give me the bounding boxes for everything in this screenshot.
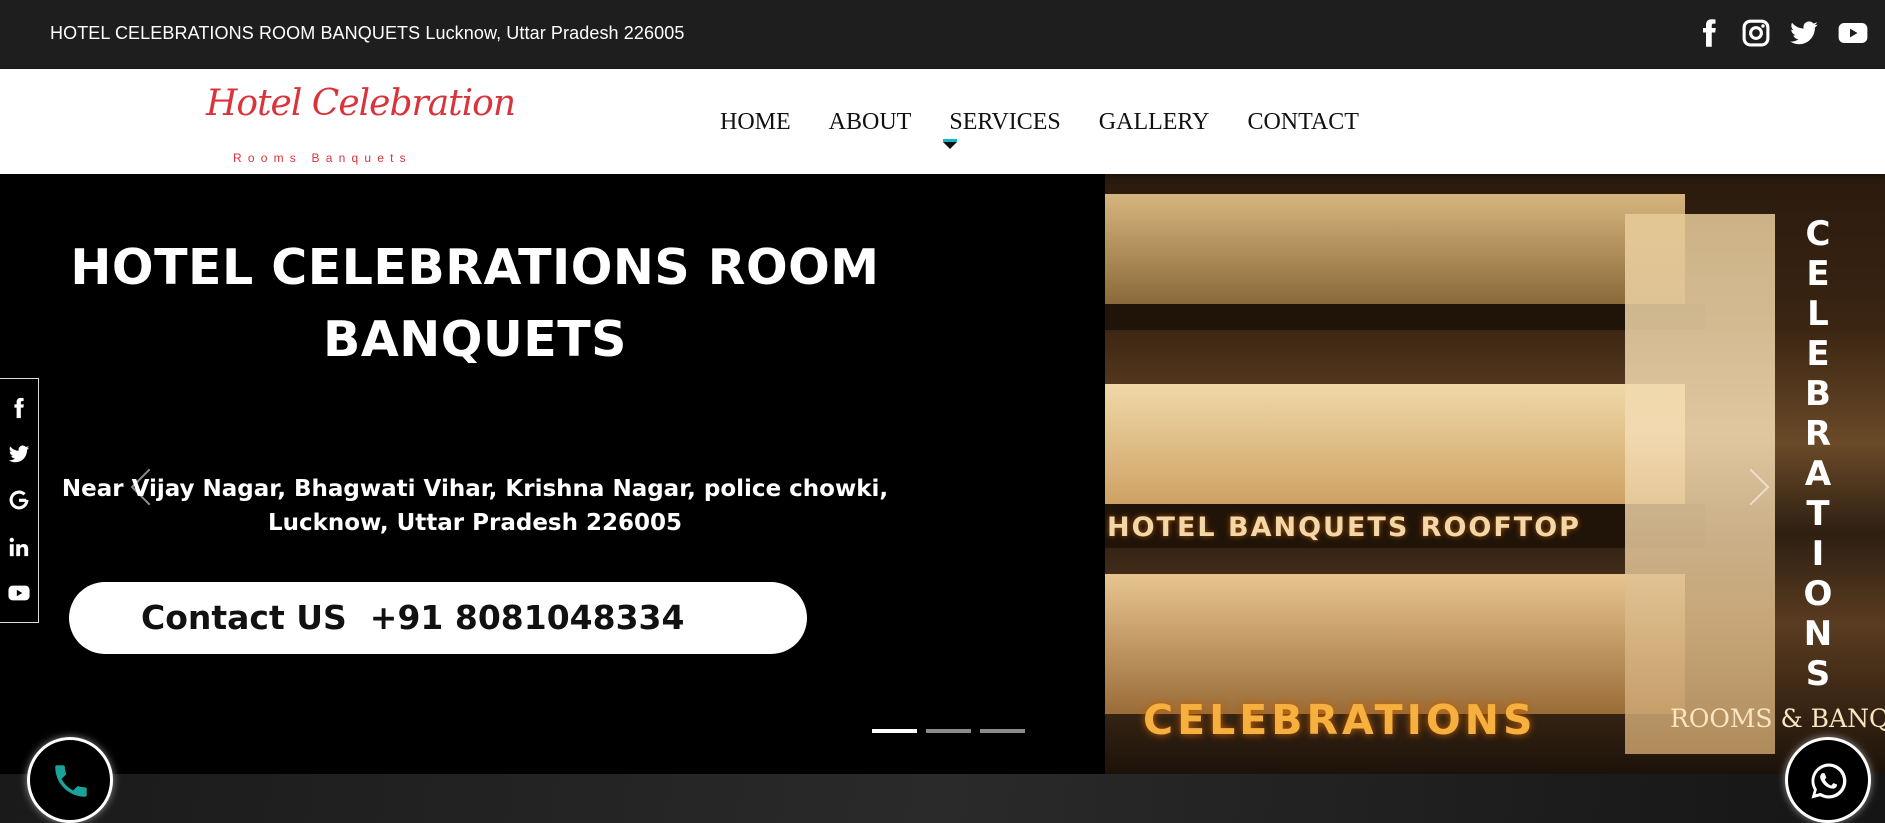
facade-vertical-letter: B bbox=[1805, 374, 1831, 414]
contact-us-text: Contact US +91 8081048334 bbox=[141, 598, 685, 637]
facade-floor bbox=[1105, 194, 1685, 304]
top-bar: HOTEL CELEBRATIONS ROOM BANQUETS Lucknow… bbox=[0, 0, 1885, 69]
facebook-icon[interactable] bbox=[1693, 18, 1723, 48]
facade-vertical-letter: L bbox=[1807, 294, 1829, 334]
facade-vertical-letter: C bbox=[1805, 214, 1831, 254]
hero-address: Near Vijay Nagar, Bhagwati Vihar, Krishn… bbox=[61, 476, 889, 536]
main-menu: HOME ABOUT SERVICES GALLERY CONTACT bbox=[720, 109, 1359, 149]
chevron-down-icon bbox=[943, 139, 958, 149]
facade-floor bbox=[1105, 574, 1685, 714]
top-social-links bbox=[1693, 18, 1868, 48]
whatsapp-button[interactable] bbox=[1785, 737, 1871, 823]
facade-vertical-letter: R bbox=[1804, 414, 1832, 454]
facade-vertical-letter: S bbox=[1805, 654, 1831, 694]
phone-icon bbox=[55, 765, 87, 797]
facade-beam bbox=[1105, 304, 1705, 330]
slider-indicators bbox=[872, 729, 1025, 733]
facade-vertical-letter: O bbox=[1803, 574, 1833, 614]
instagram-icon[interactable] bbox=[1741, 18, 1771, 48]
facade-vertical-letter: I bbox=[1811, 534, 1825, 574]
google-icon[interactable] bbox=[8, 489, 30, 511]
whatsapp-icon bbox=[1811, 763, 1847, 799]
facade-banner-sign: HOTEL BANQUETS ROOFTOP bbox=[1107, 512, 1581, 543]
youtube-icon[interactable] bbox=[8, 582, 30, 604]
slider-dot[interactable] bbox=[926, 729, 971, 733]
main-navbar: Hotel Celebration Rooms Banquets HOME AB… bbox=[0, 69, 1885, 174]
facebook-icon[interactable] bbox=[8, 397, 30, 419]
twitter-icon[interactable] bbox=[8, 443, 30, 465]
facade-vertical-letter: E bbox=[1806, 254, 1830, 294]
logo-script-text: Hotel Celebration bbox=[206, 83, 516, 124]
nav-gallery[interactable]: GALLERY bbox=[1099, 109, 1210, 136]
linkedin-icon[interactable] bbox=[8, 536, 30, 558]
nav-about[interactable]: ABOUT bbox=[829, 109, 912, 136]
facade-vertical-letter: A bbox=[1804, 454, 1832, 494]
facade-floor bbox=[1105, 384, 1685, 524]
next-section-strip bbox=[0, 774, 1885, 823]
floating-social-sidebar bbox=[0, 378, 39, 623]
youtube-icon[interactable] bbox=[1837, 18, 1868, 48]
hotel-facade-image: HOTEL BANQUETS ROOFTOP CELEBRATIONS ROOM… bbox=[1105, 174, 1885, 774]
slider-dot[interactable] bbox=[872, 729, 917, 733]
facade-main-sign: CELEBRATIONS bbox=[1143, 696, 1537, 744]
hero-text-panel: HOTEL CELEBRATIONS ROOM BANQUETS Near Vi… bbox=[0, 174, 1105, 774]
facade-vertical-letter: E bbox=[1806, 334, 1830, 374]
facade-vertical-sign: CELEBRATIONS bbox=[1798, 214, 1838, 694]
nav-services-label: SERVICES bbox=[949, 109, 1061, 135]
facade-vertical-letter: T bbox=[1806, 494, 1830, 534]
slider-dot[interactable] bbox=[980, 729, 1025, 733]
hotel-logo[interactable]: Hotel Celebration Rooms Banquets bbox=[206, 83, 516, 165]
nav-contact[interactable]: CONTACT bbox=[1247, 109, 1358, 136]
contact-us-banner: Contact US +91 8081048334 bbox=[69, 582, 807, 654]
hero-slider: HOTEL CELEBRATIONS ROOM BANQUETS Near Vi… bbox=[0, 174, 1885, 774]
hero-title: HOTEL CELEBRATIONS ROOM BANQUETS bbox=[70, 239, 880, 368]
facade-secondary-sign: ROOMS & BANQUE bbox=[1670, 704, 1885, 733]
logo-tagline: Rooms Banquets bbox=[233, 151, 412, 165]
facade-vertical-letter: N bbox=[1803, 614, 1833, 654]
nav-home[interactable]: HOME bbox=[720, 109, 791, 136]
top-bar-address: HOTEL CELEBRATIONS ROOM BANQUETS Lucknow… bbox=[50, 23, 685, 43]
nav-services[interactable]: SERVICES bbox=[943, 109, 1061, 149]
twitter-icon[interactable] bbox=[1789, 18, 1819, 48]
call-button[interactable] bbox=[27, 737, 113, 823]
